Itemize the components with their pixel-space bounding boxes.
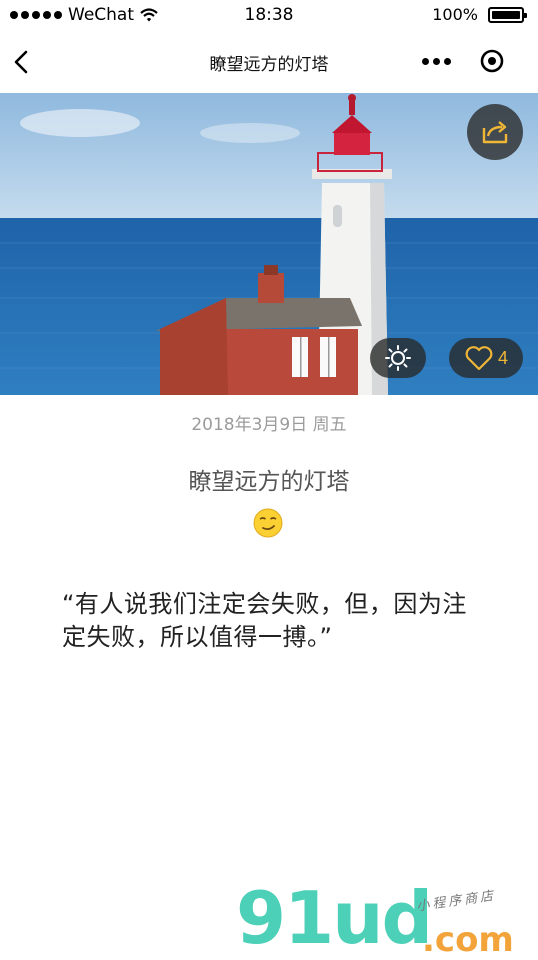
like-count: 4 xyxy=(497,347,508,368)
status-battery-group: 100% xyxy=(432,5,527,24)
hero-image: 4 xyxy=(0,93,538,395)
watermark-dotcom: .com xyxy=(422,920,514,960)
close-button[interactable] xyxy=(464,44,520,78)
heart-icon xyxy=(465,346,493,371)
watermark-logo: 91ud xyxy=(236,876,433,960)
share-icon xyxy=(482,121,508,144)
like-button[interactable]: 4 xyxy=(449,338,523,378)
sun-icon xyxy=(385,345,411,371)
more-button[interactable] xyxy=(408,44,464,78)
nav-bar: 瞭望远方的灯塔 xyxy=(0,30,538,93)
share-button[interactable] xyxy=(467,104,523,160)
post-quote: “有人说我们注定会失败，但，因为注定失败，所以值得一搏。” xyxy=(62,590,467,651)
post-title: 瞭望远方的灯塔 xyxy=(188,469,350,495)
menu-capsule xyxy=(408,44,520,78)
battery-percent: 100% xyxy=(432,5,478,24)
target-close-icon xyxy=(480,49,504,73)
status-bar: WeChat 18:38 100% xyxy=(0,0,538,30)
battery-icon xyxy=(488,6,527,23)
brightness-button[interactable] xyxy=(370,338,426,378)
watermark: 91ud 小程序商店 .com xyxy=(236,882,526,960)
battery-fill xyxy=(492,10,520,19)
smirk-emoji-icon xyxy=(253,508,283,538)
post-date: 2018年3月9日 周五 xyxy=(191,415,347,435)
more-dots-icon xyxy=(421,57,429,65)
